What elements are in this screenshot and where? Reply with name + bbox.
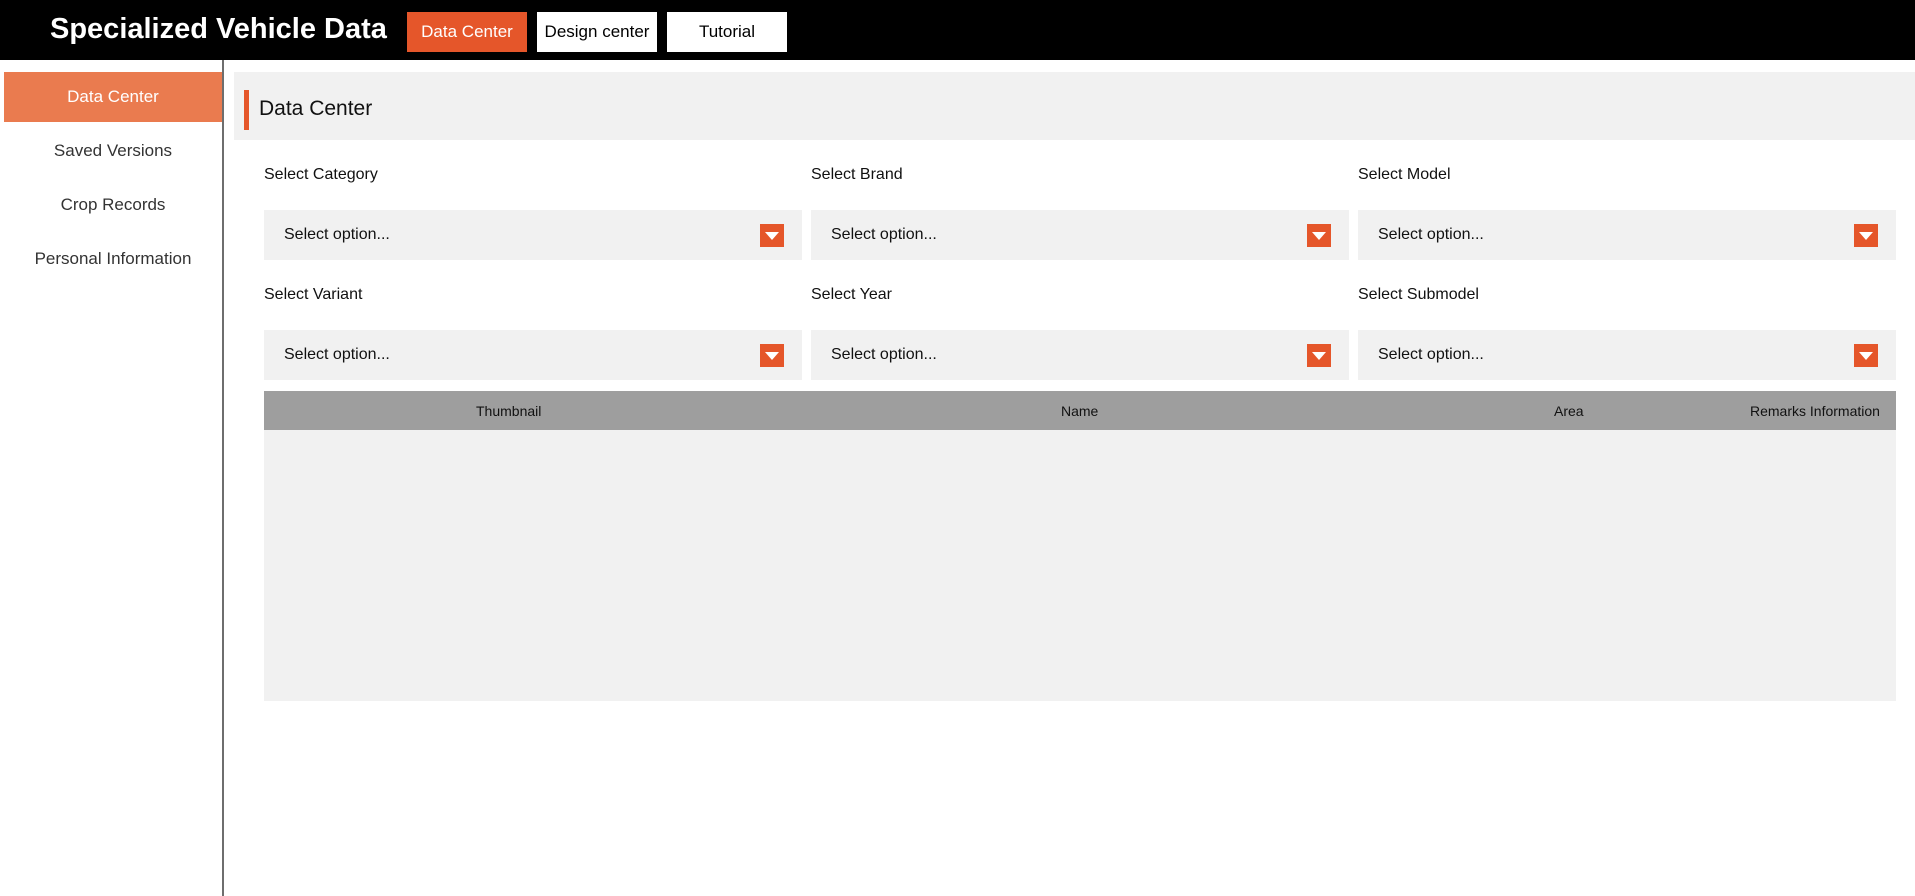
variant-select-value: Select option... <box>284 346 390 363</box>
sidebar-item-personal-information[interactable]: Personal Information <box>4 234 222 284</box>
data-table: Thumbnail Name Area Remarks Information <box>264 391 1896 701</box>
submodel-select-value: Select option... <box>1378 346 1484 363</box>
table-body-empty <box>264 430 1896 701</box>
variant-label: Select Variant <box>264 286 363 303</box>
chevron-down-icon[interactable] <box>1854 344 1878 367</box>
model-select[interactable]: Select option... <box>1358 210 1896 260</box>
year-select[interactable]: Select option... <box>811 330 1349 380</box>
top-tab-tutorial[interactable]: Tutorial <box>667 12 787 52</box>
model-label: Select Model <box>1358 166 1451 183</box>
chevron-down-icon[interactable] <box>760 224 784 247</box>
page-header: Data Center <box>234 72 1915 140</box>
brand-select[interactable]: Select option... <box>811 210 1349 260</box>
column-header-name[interactable]: Name <box>1061 401 1098 421</box>
category-select[interactable]: Select option... <box>264 210 802 260</box>
sidebar-item-crop-records[interactable]: Crop Records <box>4 180 222 230</box>
page-title: Data Center <box>259 97 373 120</box>
chevron-down-icon[interactable] <box>760 344 784 367</box>
brand-label: Select Brand <box>811 166 903 183</box>
category-select-value: Select option... <box>284 226 390 243</box>
table-header: Thumbnail Name Area Remarks Information <box>264 391 1896 430</box>
column-header-area[interactable]: Area <box>1554 401 1584 421</box>
brand-select-value: Select option... <box>831 226 937 243</box>
year-label: Select Year <box>811 286 892 303</box>
year-select-value: Select option... <box>831 346 937 363</box>
top-tab-data-center[interactable]: Data Center <box>407 12 527 52</box>
column-header-thumbnail[interactable]: Thumbnail <box>476 401 541 421</box>
chevron-down-icon[interactable] <box>1307 224 1331 247</box>
chevron-down-icon[interactable] <box>1854 224 1878 247</box>
category-label: Select Category <box>264 166 378 183</box>
top-bar: Specialized Vehicle Data Data Center Des… <box>0 0 1915 60</box>
submodel-select[interactable]: Select option... <box>1358 330 1896 380</box>
app-title: Specialized Vehicle Data <box>50 13 387 45</box>
model-select-value: Select option... <box>1378 226 1484 243</box>
column-header-remarks[interactable]: Remarks Information <box>1750 401 1880 421</box>
variant-select[interactable]: Select option... <box>264 330 802 380</box>
sidebar-item-data-center[interactable]: Data Center <box>4 72 222 122</box>
chevron-down-icon[interactable] <box>1307 344 1331 367</box>
sidebar-item-saved-versions[interactable]: Saved Versions <box>4 126 222 176</box>
sidebar: Data Center Saved Versions Crop Records … <box>0 60 224 896</box>
top-tab-design-center[interactable]: Design center <box>537 12 657 52</box>
submodel-label: Select Submodel <box>1358 286 1479 303</box>
header-accent-bar <box>244 90 249 130</box>
